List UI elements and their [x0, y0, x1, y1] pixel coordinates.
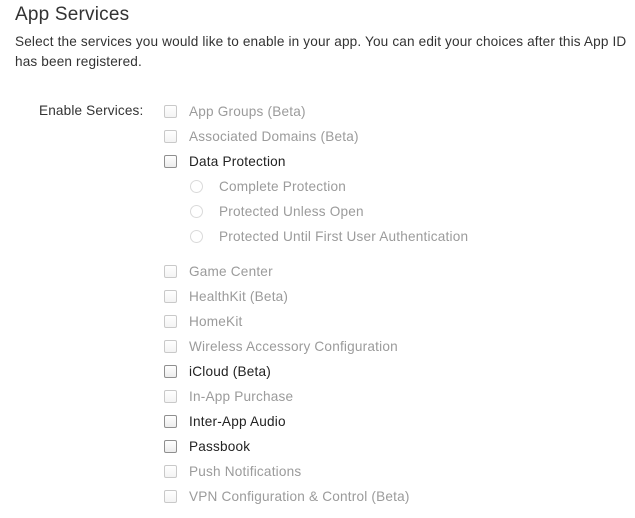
- service-passbook[interactable]: Passbook: [164, 436, 250, 456]
- service-label: HealthKit (Beta): [189, 288, 289, 304]
- service-app-groups[interactable]: App Groups (Beta): [164, 101, 306, 121]
- service-label: Game Center: [189, 263, 273, 279]
- in-app-purchase-checkbox[interactable]: [164, 389, 177, 403]
- service-label: In-App Purchase: [189, 388, 294, 404]
- service-label: Associated Domains (Beta): [189, 128, 359, 144]
- healthkit-checkbox[interactable]: [164, 289, 177, 303]
- service-label: iCloud (Beta): [189, 363, 271, 379]
- associated-domains-checkbox[interactable]: [164, 129, 177, 143]
- service-label: Push Notifications: [189, 463, 302, 479]
- game-center-checkbox[interactable]: [164, 264, 177, 278]
- passbook-checkbox[interactable]: [164, 439, 177, 453]
- protected-unless-open-radio[interactable]: [190, 204, 203, 218]
- service-inter-app-audio[interactable]: Inter-App Audio: [164, 411, 286, 431]
- option-label: Protected Until First User Authenticatio…: [219, 228, 469, 244]
- service-label: Inter-App Audio: [189, 413, 286, 429]
- service-label: Wireless Accessory Configuration: [189, 338, 398, 354]
- service-label: VPN Configuration & Control (Beta): [189, 488, 410, 504]
- push-notifications-checkbox[interactable]: [164, 464, 177, 478]
- protected-until-first-auth-radio[interactable]: [190, 229, 203, 243]
- service-data-protection[interactable]: Data Protection: [164, 151, 286, 171]
- homekit-checkbox[interactable]: [164, 314, 177, 328]
- service-game-center[interactable]: Game Center: [164, 261, 273, 281]
- service-vpn-configuration[interactable]: VPN Configuration & Control (Beta): [164, 486, 410, 506]
- service-homekit[interactable]: HomeKit: [164, 311, 243, 331]
- service-push-notifications[interactable]: Push Notifications: [164, 461, 301, 481]
- icloud-checkbox[interactable]: [164, 364, 177, 378]
- service-label: App Groups (Beta): [189, 103, 306, 119]
- wireless-accessory-configuration-checkbox[interactable]: [164, 339, 177, 353]
- service-in-app-purchase[interactable]: In-App Purchase: [164, 386, 293, 406]
- data-protection-checkbox[interactable]: [164, 154, 177, 168]
- app-services-description: Select the services you would like to en…: [15, 34, 627, 69]
- option-complete-protection[interactable]: Complete Protection: [190, 176, 346, 196]
- inter-app-audio-checkbox[interactable]: [164, 414, 177, 428]
- complete-protection-radio[interactable]: [190, 179, 203, 193]
- option-protected-until-first-auth[interactable]: Protected Until First User Authenticatio…: [190, 226, 468, 246]
- service-associated-domains[interactable]: Associated Domains (Beta): [164, 126, 359, 146]
- app-services-title: App Services: [15, 4, 130, 25]
- service-label: Data Protection: [189, 153, 286, 169]
- service-wireless-accessory-configuration[interactable]: Wireless Accessory Configuration: [164, 336, 398, 356]
- service-healthkit[interactable]: HealthKit (Beta): [164, 286, 288, 306]
- app-groups-checkbox[interactable]: [164, 104, 177, 118]
- vpn-configuration-checkbox[interactable]: [164, 489, 177, 503]
- option-protected-unless-open[interactable]: Protected Unless Open: [190, 201, 364, 221]
- service-label: HomeKit: [189, 313, 243, 329]
- option-label: Protected Unless Open: [219, 203, 364, 219]
- service-label: Passbook: [189, 438, 251, 454]
- service-icloud[interactable]: iCloud (Beta): [164, 361, 271, 381]
- enable-services-label: Enable Services:: [39, 103, 144, 118]
- option-label: Complete Protection: [219, 178, 346, 194]
